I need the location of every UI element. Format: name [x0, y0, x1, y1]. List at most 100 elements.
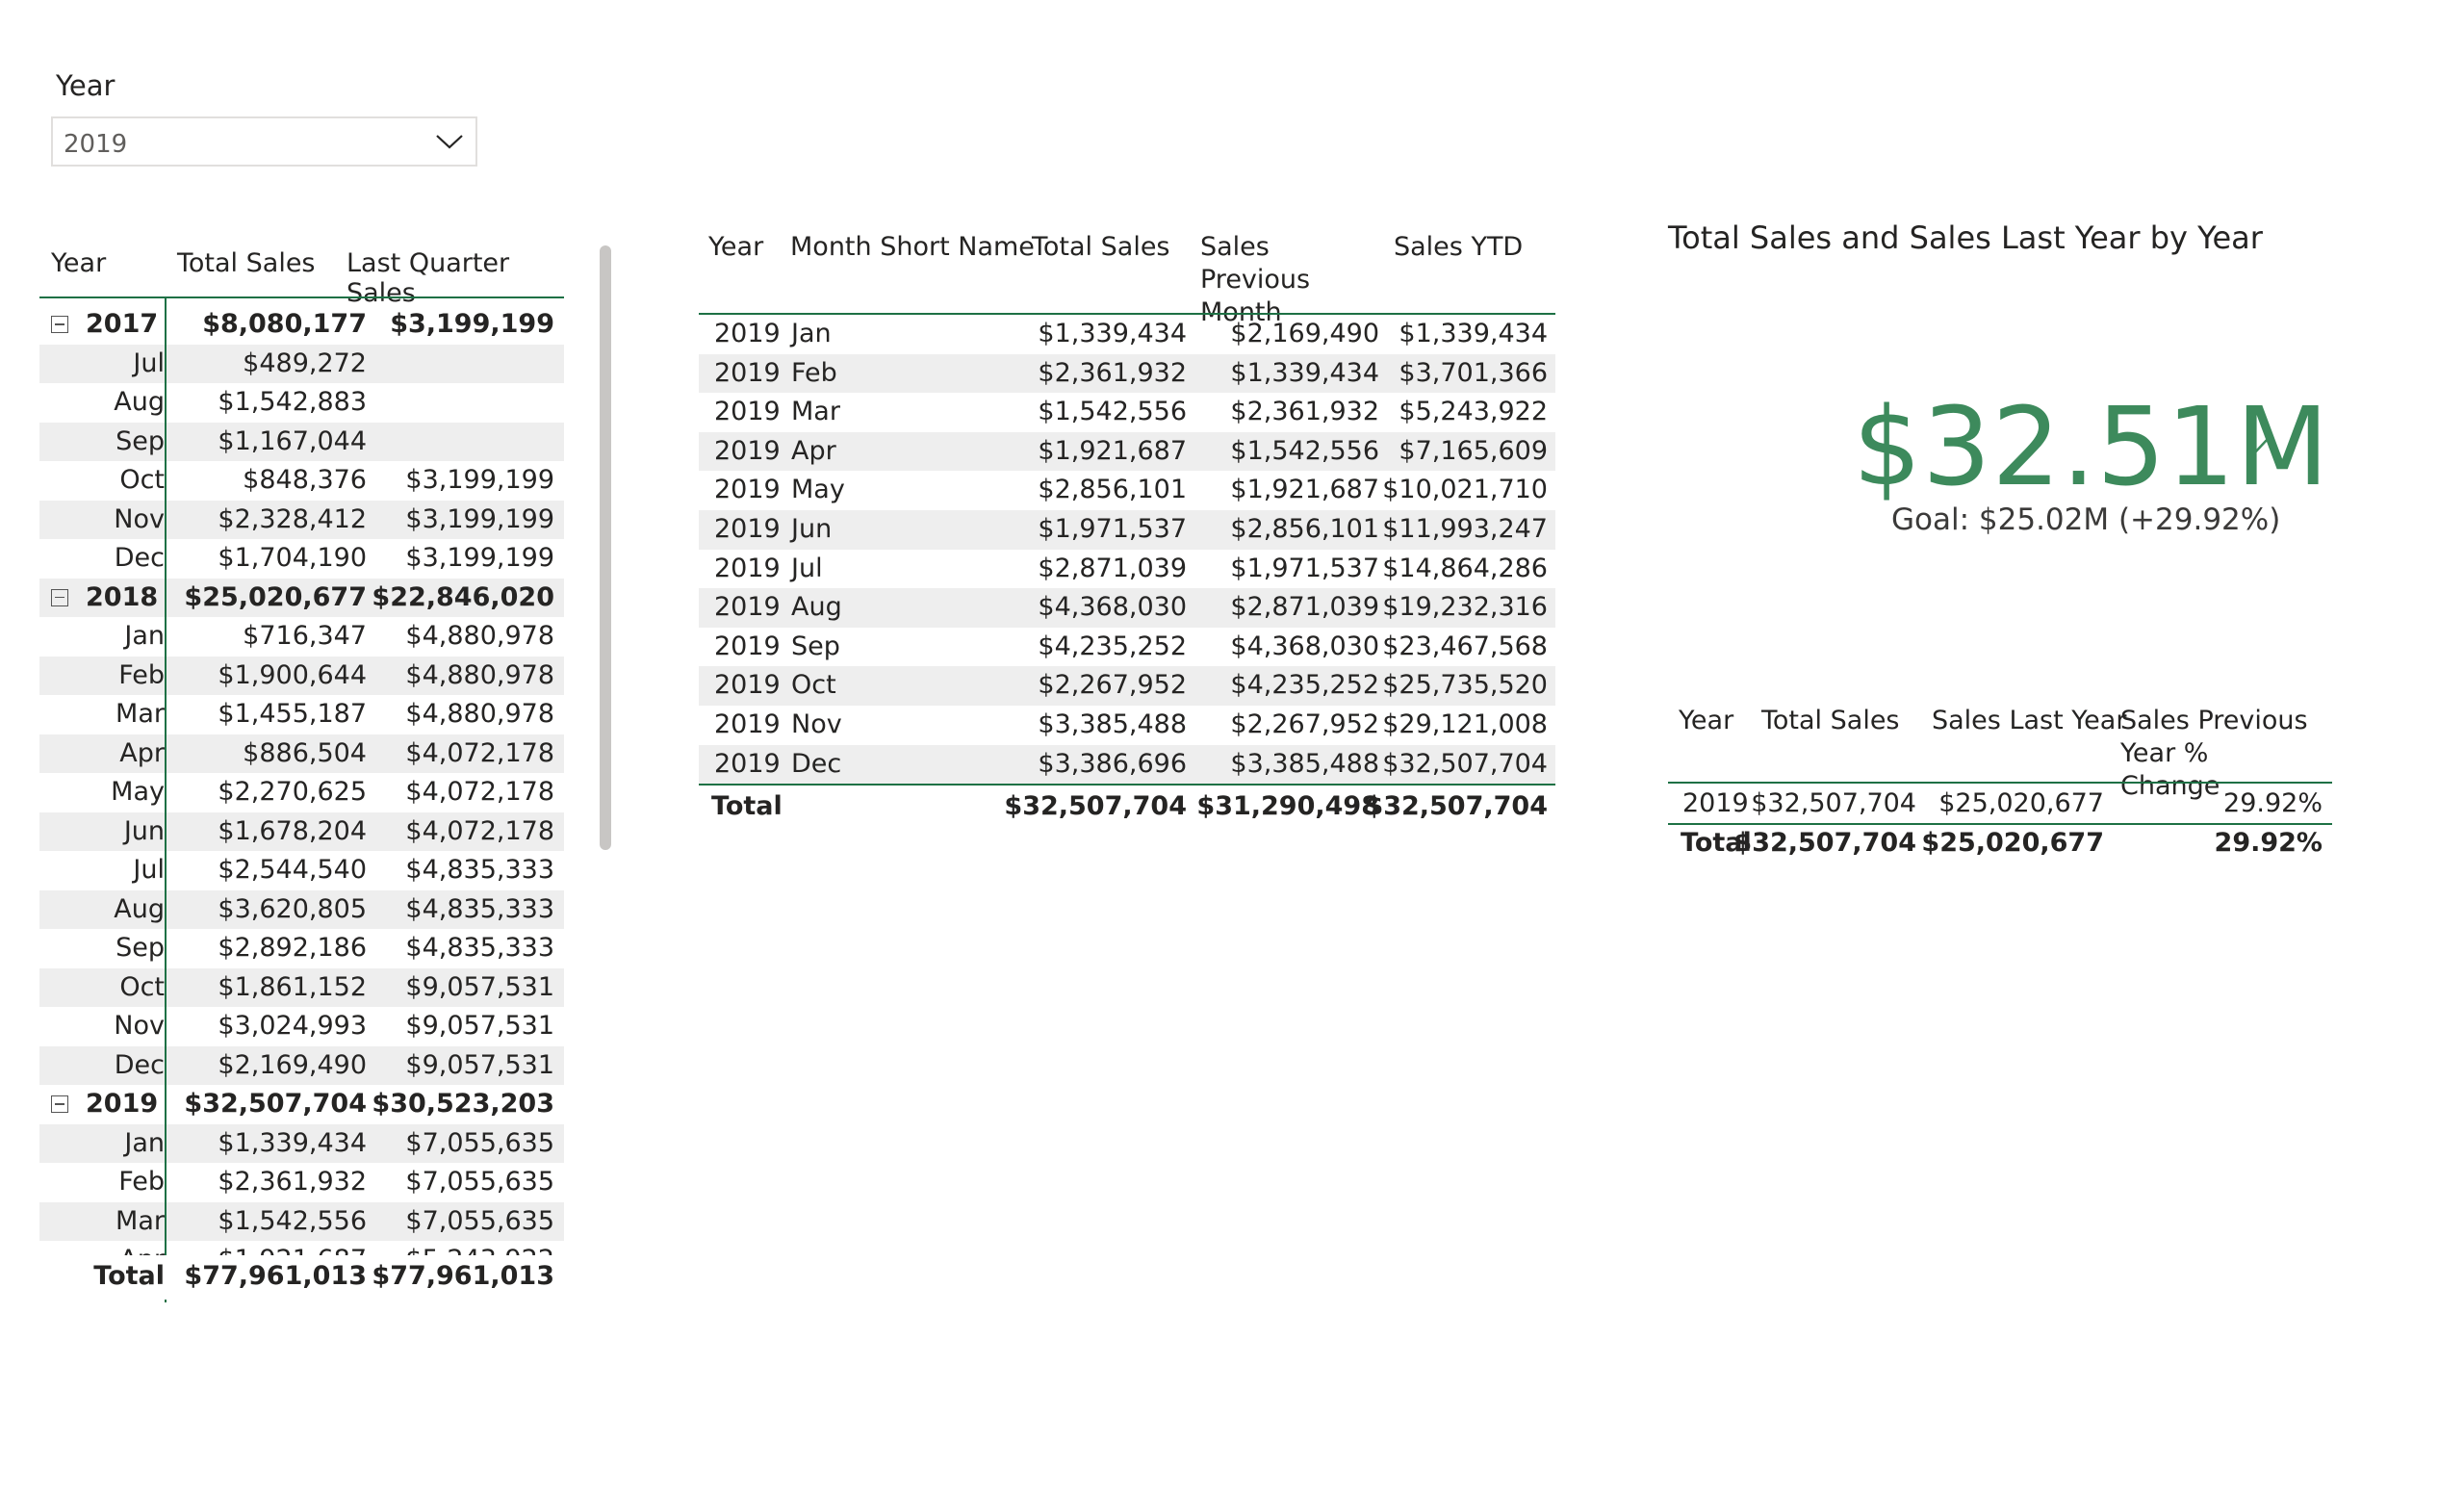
- table-cell-sales-previous-month: $1,542,556: [1230, 435, 1379, 466]
- matrix-row-total-sales: $2,892,186: [218, 933, 367, 963]
- table-header-sales-ytd[interactable]: Sales YTD: [1394, 231, 1523, 264]
- matrix-row-total-sales: $886,504: [243, 737, 367, 768]
- table-row: 2019 Sep $4,235,252 $4,368,030 $23,467,568: [699, 628, 1555, 667]
- matrix-row-total-sales: $3,024,993: [218, 1011, 367, 1041]
- table-total-sales: $32,507,704: [1004, 791, 1187, 821]
- matrix-row-total-sales: $2,328,412: [218, 503, 367, 534]
- monthly-sales-table: Year Month Short Name Total Sales Sales …: [699, 219, 1555, 836]
- kpi-title: Total Sales and Sales Last Year by Year: [1668, 219, 2263, 256]
- matrix-month-row: Oct $1,861,152 $9,057,531: [39, 967, 564, 1007]
- table-cell-total-sales: $1,542,556: [1038, 397, 1187, 427]
- table-cell-sales-ytd: $3,701,366: [1399, 357, 1548, 388]
- matrix-row-last-quarter-sales: $4,072,178: [405, 737, 554, 768]
- matrix-row-last-quarter-sales: $4,880,978: [405, 621, 554, 651]
- matrix-month-row: Aug $3,620,805 $4,835,333: [39, 889, 564, 929]
- table-cell-sales-ytd: $14,864,286: [1382, 553, 1548, 583]
- matrix-row-label: Dec: [114, 1049, 165, 1080]
- table-row: 2019 Jun $1,971,537 $2,856,101 $11,993,247: [699, 510, 1555, 550]
- matrix-row-total-sales: $32,507,704: [184, 1089, 367, 1119]
- matrix-row-label: Apr: [119, 737, 165, 768]
- table-cell-year: 2019: [714, 319, 781, 348]
- yearly-total-change: 29.92%: [2214, 828, 2323, 858]
- matrix-month-row: May $2,270,625 $4,072,178: [39, 773, 564, 812]
- matrix-month-row: Nov $2,328,412 $3,199,199: [39, 500, 564, 539]
- chevron-down-icon[interactable]: [435, 132, 464, 151]
- year-slicer-dropdown[interactable]: 2019: [51, 116, 477, 167]
- matrix-row-last-quarter-sales: $3,199,199: [405, 503, 554, 534]
- table-row: 2019 Aug $4,368,030 $2,871,039 $19,232,316: [699, 588, 1555, 628]
- matrix-row-label: 2019: [86, 1089, 159, 1119]
- matrix-row-last-quarter-sales: $4,835,333: [405, 933, 554, 963]
- matrix-column-divider: [165, 296, 167, 1302]
- matrix-row-last-quarter-sales: $3,199,199: [390, 309, 554, 339]
- table-cell-month: Mar: [791, 397, 840, 427]
- matrix-row-total-sales: $2,169,490: [218, 1049, 367, 1080]
- yearly-row-last: $25,020,677: [1938, 788, 2104, 818]
- matrix-month-row: Mar $1,542,556 $7,055,635: [39, 1201, 564, 1241]
- matrix-row-total-sales: $1,704,190: [218, 543, 367, 573]
- matrix-year-row: 2019 $32,507,704 $30,523,203: [39, 1085, 564, 1124]
- table-cell-month: Sep: [791, 631, 840, 661]
- table-cell-total-sales: $3,386,696: [1038, 748, 1187, 779]
- table-cell-total-sales: $2,361,932: [1038, 357, 1187, 388]
- matrix-row-label: Oct: [119, 465, 165, 495]
- table-header-month[interactable]: Month Short Name: [790, 231, 1035, 264]
- table-cell-sales-previous-month: $2,267,952: [1230, 709, 1379, 739]
- matrix-row-total-sales: $2,361,932: [218, 1167, 367, 1197]
- table-row: 2019 Feb $2,361,932 $1,339,434 $3,701,366: [699, 353, 1555, 394]
- matrix-row-total-sales: $2,270,625: [218, 777, 367, 807]
- matrix-row-label: Aug: [114, 893, 165, 924]
- table-total-prev: $31,290,498: [1196, 791, 1379, 821]
- matrix-row-last-quarter-sales: $9,057,531: [405, 1049, 554, 1080]
- matrix-total-label: Total: [93, 1261, 165, 1291]
- yearly-header-year[interactable]: Year: [1679, 705, 1733, 737]
- matrix-year-row: 2018 $25,020,677 $22,846,020: [39, 578, 564, 617]
- matrix-row-total-sales: $1,339,434: [218, 1127, 367, 1158]
- collapse-icon[interactable]: [51, 316, 68, 333]
- table-total-ytd: $32,507,704: [1365, 791, 1548, 821]
- table-row: 2019 Jan $1,339,434 $2,169,490 $1,339,434: [699, 315, 1555, 354]
- matrix-header-total-sales[interactable]: Total Sales: [177, 248, 316, 278]
- yearly-header-sales-last-year[interactable]: Sales Last Year: [1932, 705, 2126, 737]
- matrix-row-last-quarter-sales: $9,057,531: [405, 1011, 554, 1041]
- table-cell-sales-previous-month: $1,339,434: [1230, 357, 1379, 388]
- matrix-row-label: Sep: [116, 425, 165, 456]
- year-slicer-title: Year: [56, 69, 116, 102]
- matrix-row-label: Oct: [119, 971, 165, 1002]
- matrix-row-last-quarter-sales: $4,072,178: [405, 815, 554, 846]
- matrix-month-row: Feb $1,900,644 $4,880,978: [39, 656, 564, 695]
- matrix-row-total-sales: $1,455,187: [218, 699, 367, 729]
- matrix-month-row: Jan $716,347 $4,880,978: [39, 617, 564, 657]
- table-cell-month: Nov: [791, 709, 842, 739]
- matrix-row-label: 2018: [86, 581, 159, 612]
- matrix-row-total-sales: $1,861,152: [218, 971, 367, 1002]
- collapse-icon[interactable]: [51, 1095, 68, 1113]
- table-cell-year: 2019: [714, 631, 781, 661]
- matrix-row-total-sales: $1,542,883: [218, 387, 367, 417]
- matrix-header-last-quarter-sales[interactable]: Last Quarter Sales: [346, 248, 564, 308]
- table-cell-total-sales: $4,368,030: [1038, 592, 1187, 623]
- matrix-row-last-quarter-sales: $22,846,020: [372, 581, 554, 612]
- matrix-row-last-quarter-sales: $9,057,531: [405, 971, 554, 1002]
- table-cell-sales-ytd: $19,232,316: [1382, 592, 1548, 623]
- checkmark-icon: [2247, 438, 2269, 455]
- table-cell-month: Dec: [791, 748, 842, 779]
- table-cell-sales-ytd: $23,467,568: [1382, 631, 1548, 661]
- matrix-row-last-quarter-sales: $4,835,333: [405, 893, 554, 924]
- collapse-icon[interactable]: [51, 588, 68, 606]
- table-header-year[interactable]: Year: [708, 231, 763, 264]
- matrix-row-total-sales: $1,167,044: [218, 425, 367, 456]
- matrix-row-label: Jun: [123, 815, 165, 846]
- table-cell-month: Feb: [791, 357, 837, 388]
- matrix-scrollbar[interactable]: [600, 245, 611, 850]
- matrix-month-row: Nov $3,024,993 $9,057,531: [39, 1007, 564, 1046]
- table-cell-sales-previous-month: $1,921,687: [1230, 475, 1379, 505]
- sales-matrix: Year Total Sales Last Quarter Sales 2017…: [39, 233, 564, 1302]
- table-total-divider: [699, 784, 1555, 786]
- yearly-header-total-sales[interactable]: Total Sales: [1761, 705, 1900, 737]
- matrix-header-year[interactable]: Year: [51, 248, 106, 278]
- table-cell-sales-previous-month: $3,385,488: [1230, 748, 1379, 779]
- matrix-month-row: Oct $848,376 $3,199,199: [39, 461, 564, 501]
- table-cell-sales-previous-month: $1,971,537: [1230, 553, 1379, 583]
- table-header-total-sales[interactable]: Total Sales: [1032, 231, 1170, 264]
